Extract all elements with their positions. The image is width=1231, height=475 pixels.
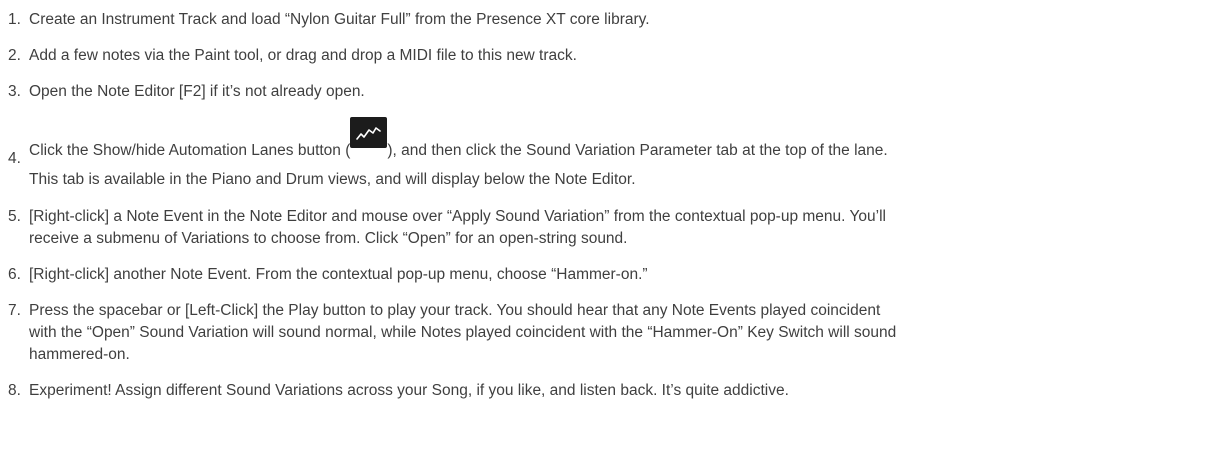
step-number: 5. — [8, 208, 21, 225]
step-text-line3: hammered-on. — [29, 346, 130, 363]
step-text: Press the spacebar or [Left-Click] the P… — [29, 300, 1221, 366]
step-text: Click the Show/hide Automation Lanes but… — [29, 117, 1221, 191]
step-text-line2: receive a submenu of Variations to choos… — [29, 230, 628, 247]
step-number: 1. — [8, 11, 21, 28]
step-number: 7. — [8, 302, 21, 319]
step-text: Create an Instrument Track and load “Nyl… — [29, 11, 650, 28]
step-text: Experiment! Assign different Sound Varia… — [29, 382, 789, 399]
step-number: 3. — [8, 83, 21, 100]
step-text: Open the Note Editor [F2] if it’s not al… — [29, 83, 365, 100]
step-text-line2: This tab is available in the Piano and D… — [29, 171, 636, 188]
step-text-line1: Press the spacebar or [Left-Click] the P… — [29, 302, 881, 319]
step-text: Add a few notes via the Paint tool, or d… — [29, 47, 577, 64]
step-text-line2: with the “Open” Sound Variation will sou… — [29, 324, 897, 341]
automation-lanes-icon — [350, 117, 388, 148]
step-number: 6. — [8, 266, 21, 283]
step-text: [Right-click] another Note Event. From t… — [29, 266, 648, 283]
step-text-before: Click the Show/hide Automation Lanes but… — [29, 142, 351, 159]
step-number: 4. — [8, 150, 21, 167]
step-number: 8. — [8, 382, 21, 399]
step-number: 2. — [8, 47, 21, 64]
step-text-line1: [Right-click] a Note Event in the Note E… — [29, 208, 886, 225]
step-text: [Right-click] a Note Event in the Note E… — [29, 206, 1221, 250]
step-text-after: ), and then click the Sound Variation Pa… — [387, 142, 888, 159]
